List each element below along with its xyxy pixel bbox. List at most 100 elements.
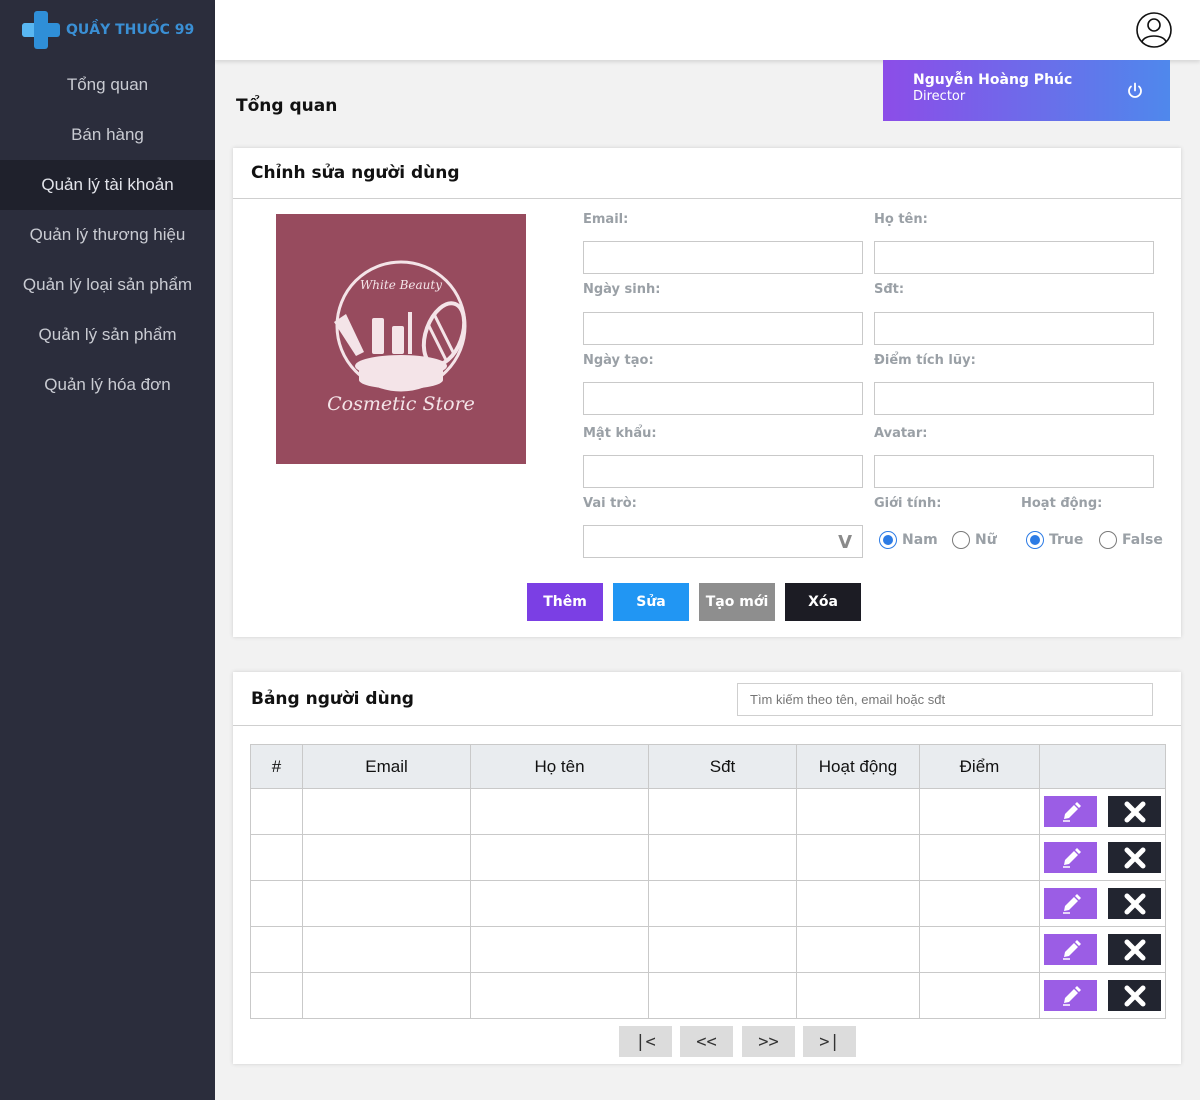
row-edit-button[interactable] bbox=[1044, 980, 1097, 1011]
pager-last-button[interactable]: >| bbox=[803, 1026, 856, 1057]
active-label: Hoạt động: bbox=[1021, 496, 1103, 511]
cell-index bbox=[250, 834, 303, 881]
cell-index bbox=[250, 972, 303, 1019]
row-delete-button[interactable] bbox=[1108, 934, 1161, 965]
email-field[interactable] bbox=[583, 241, 863, 274]
row-delete-button[interactable] bbox=[1108, 980, 1161, 1011]
row-edit-button[interactable] bbox=[1044, 796, 1097, 827]
cell-active bbox=[796, 972, 920, 1019]
column-header-index[interactable]: # bbox=[250, 744, 303, 789]
fullname-field[interactable] bbox=[874, 241, 1154, 274]
password-field[interactable] bbox=[583, 455, 863, 488]
cell-email bbox=[302, 926, 471, 973]
search-input[interactable] bbox=[737, 683, 1153, 716]
sidebar-item-brands[interactable]: Quản lý thương hiệu bbox=[0, 210, 215, 260]
pager-next-button[interactable]: >> bbox=[742, 1026, 795, 1057]
column-header-fullname[interactable]: Họ tên bbox=[470, 744, 649, 789]
sidebar-item-sales[interactable]: Bán hàng bbox=[0, 110, 215, 160]
row-delete-button[interactable] bbox=[1108, 796, 1161, 827]
phone-field[interactable] bbox=[874, 312, 1154, 345]
cell-active bbox=[796, 880, 920, 927]
email-label: Email: bbox=[583, 212, 629, 227]
row-edit-button[interactable] bbox=[1044, 888, 1097, 919]
radio-unchecked-icon bbox=[952, 531, 970, 549]
birthday-label: Ngày sinh: bbox=[583, 282, 661, 297]
sidebar-item-product-types[interactable]: Quản lý loại sản phẩm bbox=[0, 260, 215, 310]
role-label: Vai trò: bbox=[583, 496, 637, 511]
table-row[interactable] bbox=[250, 926, 1166, 973]
points-field[interactable] bbox=[874, 382, 1154, 415]
brand-logo[interactable]: QUẦY THUỐC 99 bbox=[0, 0, 215, 60]
avatar-image: White Beauty Cosmetic Store bbox=[276, 214, 526, 464]
column-header-points[interactable]: Điểm bbox=[919, 744, 1040, 789]
cell-actions bbox=[1039, 926, 1166, 973]
active-false-radio[interactable]: False bbox=[1099, 531, 1163, 549]
cell-actions bbox=[1039, 834, 1166, 881]
cell-fullname bbox=[470, 880, 649, 927]
cell-phone bbox=[648, 788, 797, 835]
active-true-radio[interactable]: True bbox=[1026, 531, 1083, 549]
role-select[interactable]: V bbox=[583, 525, 863, 558]
gender-female-radio[interactable]: Nữ bbox=[952, 531, 997, 549]
row-delete-button[interactable] bbox=[1108, 842, 1161, 873]
table-row[interactable] bbox=[250, 788, 1166, 835]
edit-user-panel: Chỉnh sửa người dùng White Beauty Cosmet… bbox=[233, 148, 1181, 637]
page-title: Tổng quan bbox=[236, 96, 338, 116]
column-header-active[interactable]: Hoạt động bbox=[796, 744, 920, 789]
radio-checked-icon bbox=[879, 531, 897, 549]
pager-prev-button[interactable]: << bbox=[680, 1026, 733, 1057]
sidebar-item-overview[interactable]: Tổng quan bbox=[0, 60, 215, 110]
cell-points bbox=[919, 834, 1040, 881]
new-button[interactable]: Tạo mới bbox=[699, 583, 775, 621]
medical-cross-icon bbox=[22, 11, 60, 49]
fullname-label: Họ tên: bbox=[874, 212, 928, 227]
active-true-label: True bbox=[1049, 532, 1084, 548]
created-date-field[interactable] bbox=[583, 382, 863, 415]
birthday-field[interactable] bbox=[583, 312, 863, 345]
avatar-field[interactable] bbox=[874, 455, 1154, 488]
cell-phone bbox=[648, 834, 797, 881]
column-header-email[interactable]: Email bbox=[302, 744, 471, 789]
user-table-panel: Bảng người dùng # Email Họ tên Sđt Hoạt … bbox=[233, 672, 1181, 1064]
cell-actions bbox=[1039, 788, 1166, 835]
sidebar-item-invoices[interactable]: Quản lý hóa đơn bbox=[0, 360, 215, 410]
points-label: Điểm tích lũy: bbox=[874, 353, 976, 368]
cell-phone bbox=[648, 972, 797, 1019]
cell-points bbox=[919, 926, 1040, 973]
gender-male-label: Nam bbox=[902, 532, 938, 548]
cell-index bbox=[250, 880, 303, 927]
gender-male-radio[interactable]: Nam bbox=[879, 531, 938, 549]
cell-fullname bbox=[470, 834, 649, 881]
delete-button[interactable]: Xóa bbox=[785, 583, 861, 621]
logo-line1: White Beauty bbox=[360, 278, 442, 292]
row-edit-button[interactable] bbox=[1044, 934, 1097, 965]
table-row[interactable] bbox=[250, 834, 1166, 881]
edit-button[interactable]: Sửa bbox=[613, 583, 689, 621]
user-role: Director bbox=[913, 89, 966, 104]
cell-fullname bbox=[470, 972, 649, 1019]
gender-label: Giới tính: bbox=[874, 496, 942, 511]
user-card: Nguyễn Hoàng Phúc Director bbox=[883, 60, 1170, 121]
cell-email bbox=[302, 880, 471, 927]
add-button[interactable]: Thêm bbox=[527, 583, 603, 621]
cell-points bbox=[919, 788, 1040, 835]
table-row[interactable] bbox=[250, 972, 1166, 1019]
sidebar-item-products[interactable]: Quản lý sản phẩm bbox=[0, 310, 215, 360]
phone-label: Sđt: bbox=[874, 282, 905, 297]
power-icon[interactable] bbox=[1126, 82, 1144, 100]
sidebar-item-accounts[interactable]: Quản lý tài khoản bbox=[0, 160, 215, 210]
user-circle-icon[interactable] bbox=[1136, 12, 1172, 48]
pager-first-button[interactable]: |< bbox=[619, 1026, 672, 1057]
cell-active bbox=[796, 926, 920, 973]
table-row[interactable] bbox=[250, 880, 1166, 927]
close-x-icon bbox=[1124, 847, 1145, 868]
row-edit-button[interactable] bbox=[1044, 842, 1097, 873]
sidebar: QUẦY THUỐC 99 Tổng quan Bán hàng Quản lý… bbox=[0, 0, 215, 1100]
cell-fullname bbox=[470, 788, 649, 835]
cell-fullname bbox=[470, 926, 649, 973]
user-table: # Email Họ tên Sđt Hoạt động Điểm bbox=[250, 744, 1166, 1019]
column-header-phone[interactable]: Sđt bbox=[648, 744, 797, 789]
sidebar-nav: Tổng quan Bán hàng Quản lý tài khoản Quả… bbox=[0, 60, 215, 410]
row-delete-button[interactable] bbox=[1108, 888, 1161, 919]
cell-actions bbox=[1039, 880, 1166, 927]
